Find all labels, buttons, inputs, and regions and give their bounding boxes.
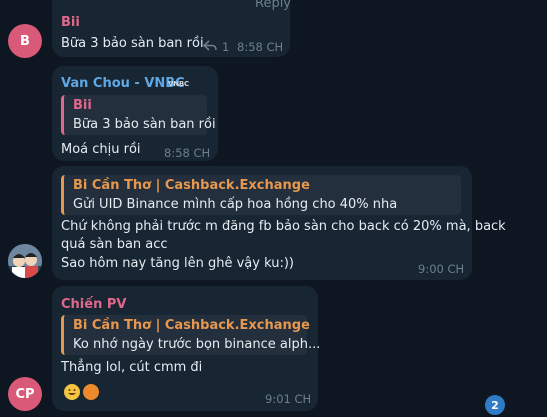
message-text: Bữa 3 bảo sàn ban rồi [61, 36, 204, 51]
quote-sender: Bii [73, 98, 92, 113]
quote-sender: Bi Cần Thơ | Cashback.Exchange [73, 318, 310, 333]
quote-text: Bữa 3 bảo sàn ban rồi [73, 117, 216, 132]
reply-count[interactable]: 1 [222, 40, 229, 54]
quote-text: Ko nhớ ngày trước bọn binance alph... [73, 337, 321, 352]
message-time: 8:58 CH [237, 40, 284, 54]
avatar[interactable]: B [8, 24, 42, 58]
message-time: 8:58 CH [164, 146, 211, 160]
orange-circle-emoji [83, 384, 99, 400]
avatar-initial: CP [15, 386, 35, 402]
unread-count-badge[interactable]: 2 [485, 395, 505, 415]
message-time: 9:00 CH [418, 262, 465, 276]
message-text-line: Chứ không phải trước m đăng fb bảo sàn c… [61, 219, 506, 234]
quote-sender: Bi Cần Thơ | Cashback.Exchange [73, 178, 310, 193]
sender-name[interactable]: Van Chou - VNBC [61, 76, 185, 91]
sender-name[interactable]: Chiến PV [61, 297, 126, 312]
grinning-emoji [64, 384, 80, 400]
message-text-line: Sao hôm nay tăng lên ghê vậy ku:)) [61, 256, 294, 271]
avatar[interactable]: CP [8, 377, 42, 411]
vnbc-badge: VNBC [168, 80, 189, 88]
message-text: Moá chịu rồi [61, 142, 141, 157]
cartoon-avatar-icon[interactable] [8, 244, 42, 278]
quote-text: Gửi UID Binance mình cấp hoa hồng cho 40… [73, 197, 398, 212]
reply-icon[interactable] [203, 40, 217, 52]
reply-label[interactable]: Reply [255, 0, 291, 11]
message-time: 9:01 CH [265, 392, 312, 406]
reply-quote[interactable]: Bii Bữa 3 bảo sàn ban rồi [61, 95, 216, 135]
reply-quote[interactable]: Bi Cần Thơ | Cashback.Exchange Ko nhớ ng… [61, 315, 320, 355]
message-text: Thẳng lol, cút cmm đi [61, 360, 203, 375]
sender-name[interactable]: Bii [61, 15, 80, 30]
reply-quote[interactable]: Bi Cần Thơ | Cashback.Exchange Gửi UID B… [61, 175, 461, 215]
avatar-initial: B [20, 33, 30, 49]
message-text-line: quá sàn ban acc [61, 237, 168, 252]
